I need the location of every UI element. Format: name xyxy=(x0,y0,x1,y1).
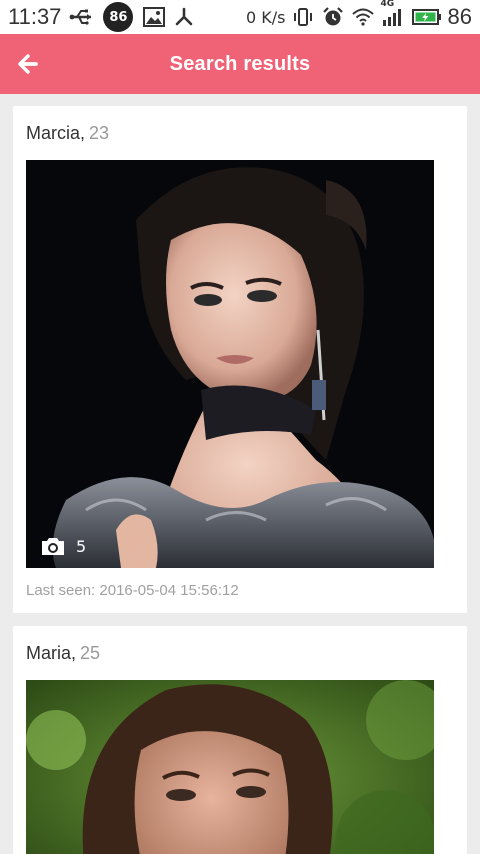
last-seen: Last seen: 2016-05-04 15:56:12 xyxy=(26,582,239,599)
portrait-image xyxy=(26,160,434,568)
profile-photo[interactable] xyxy=(26,680,434,854)
profile-age: 25 xyxy=(80,642,101,663)
arrow-left-icon xyxy=(18,54,38,74)
camera-icon xyxy=(42,538,64,555)
share-icon xyxy=(173,7,195,27)
portrait-image xyxy=(26,680,434,854)
app-bar: Search results xyxy=(0,34,480,94)
profile-card[interactable]: Maria, 25 xyxy=(13,626,467,854)
photo-count-value: 5 xyxy=(76,536,87,556)
profile-card[interactable]: Marcia, 23 5 Last seen: 2016-05-04 15:56… xyxy=(13,106,467,613)
photo-count: 5 xyxy=(40,536,86,556)
wifi-icon xyxy=(351,8,374,26)
results-list[interactable]: Marcia, 23 5 Last seen: 2016-05-04 15:56… xyxy=(0,94,480,854)
alarm-icon xyxy=(322,7,344,27)
cellular-signal-icon: 4G xyxy=(381,0,404,27)
profile-name: Maria, xyxy=(26,642,77,663)
back-button[interactable] xyxy=(10,46,46,82)
vibrate-icon xyxy=(292,7,314,27)
profile-photo[interactable]: 5 xyxy=(26,160,434,568)
page-title: Search results xyxy=(169,52,311,75)
notification-badge: 86 xyxy=(103,2,134,32)
image-icon xyxy=(143,7,166,27)
battery-level: 86 xyxy=(447,4,472,29)
profile-header: Marcia, 23 xyxy=(26,120,454,146)
profile-header: Maria, 25 xyxy=(26,640,454,666)
network-speed: 0 K/s xyxy=(246,7,286,27)
profile-name: Marcia, xyxy=(26,122,86,143)
profile-age: 23 xyxy=(89,122,110,143)
status-time: 11:37 xyxy=(8,4,62,29)
status-bar: 11:37 86 0 K/s 4G 86 xyxy=(0,0,480,34)
battery-icon xyxy=(411,8,442,26)
usb-icon xyxy=(69,8,95,26)
network-type: 4G xyxy=(380,0,395,9)
